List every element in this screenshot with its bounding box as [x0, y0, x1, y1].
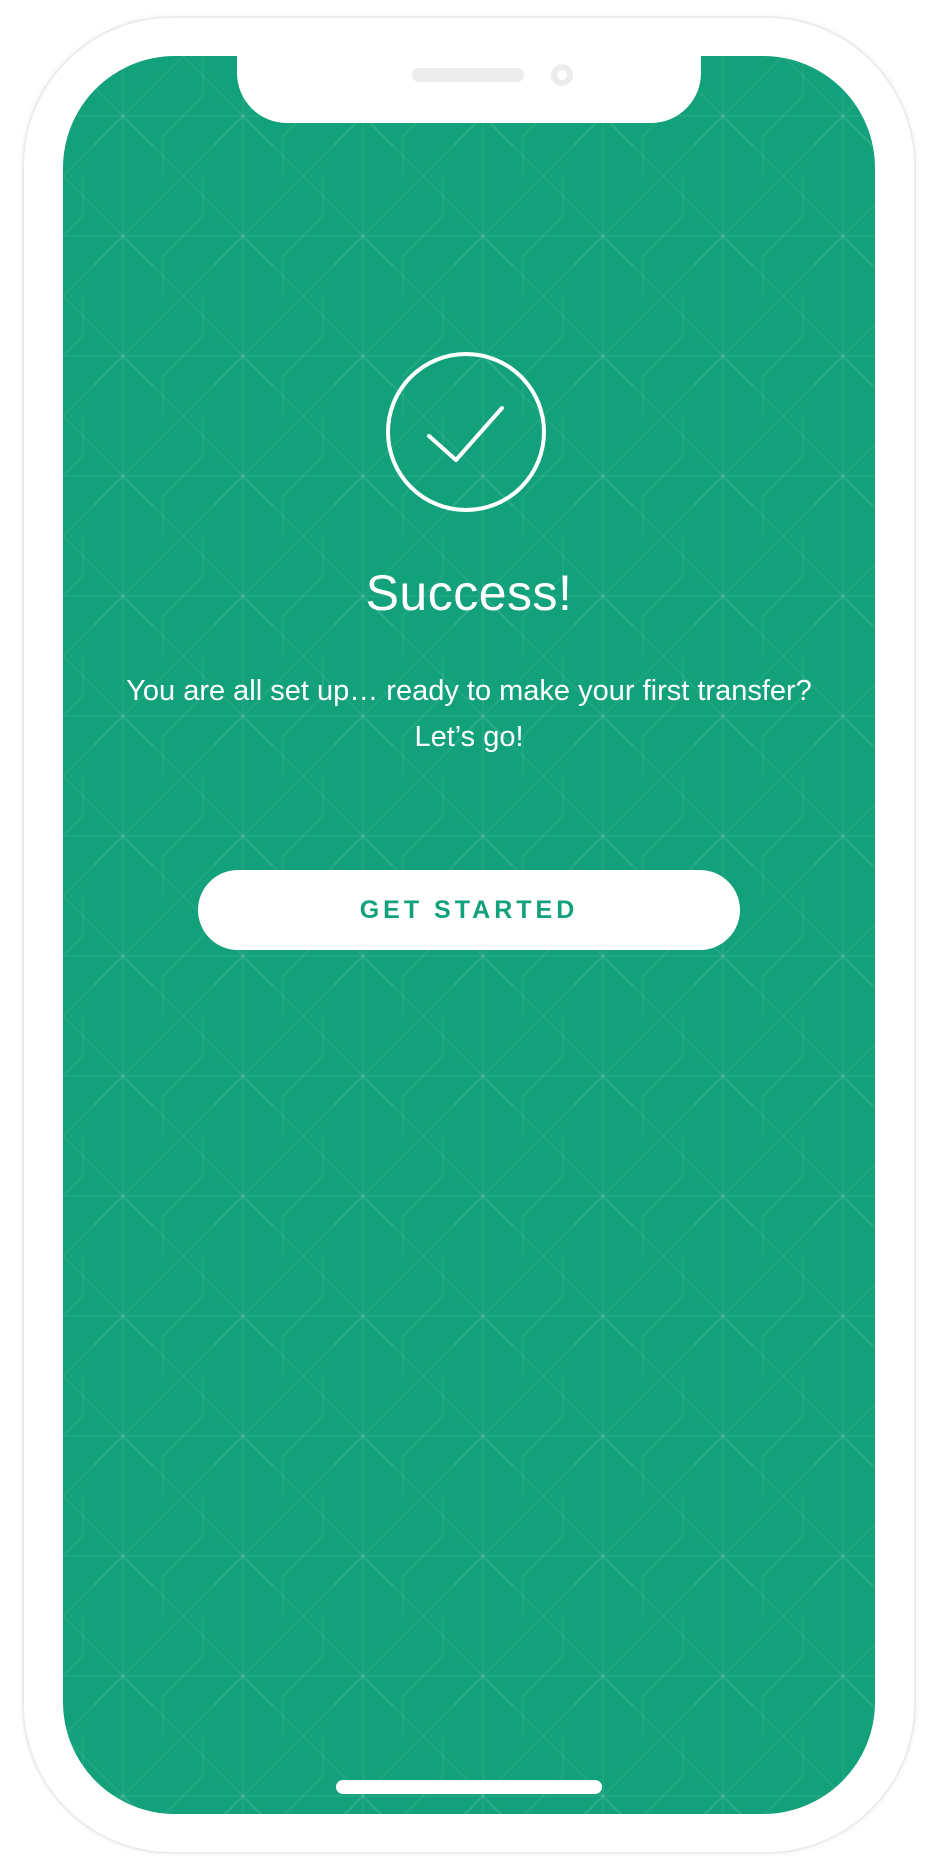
success-title: Success!: [365, 565, 573, 621]
speaker-grille: [412, 68, 524, 82]
home-indicator[interactable]: [336, 1780, 602, 1794]
get-started-button[interactable]: GET STARTED: [198, 870, 740, 950]
success-message: You are all set up… ready to make your f…: [126, 675, 812, 753]
front-camera: [551, 64, 573, 86]
device-notch: [237, 56, 701, 123]
checkmark-circle-icon: [386, 352, 546, 512]
